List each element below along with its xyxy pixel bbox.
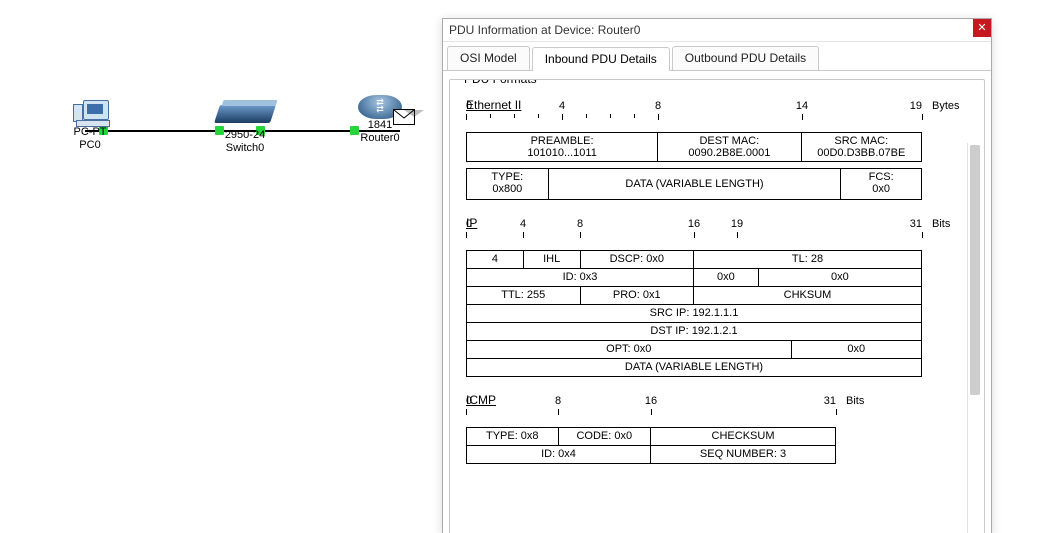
- topology-canvas[interactable]: PC-PT PC0 2950-24 Switch0 ⇄⇄ 1841 Router…: [50, 85, 440, 205]
- switch-icon: [214, 105, 276, 123]
- groupbox-legend: PDU Formats: [460, 79, 541, 86]
- section-ip-title: IP: [466, 216, 974, 230]
- device-pc[interactable]: PC-PT PC0: [60, 100, 120, 152]
- ethernet-ruler: 0 4 8 14 19 Bytes: [466, 114, 922, 132]
- pdu-envelope-icon[interactable]: [393, 109, 415, 125]
- scrollbar-vertical[interactable]: [967, 143, 982, 533]
- device-label: PC0: [60, 139, 120, 152]
- icmp-header: TYPE: 0x8 CODE: 0x0 CHECKSUM ID: 0x4 SEQ…: [466, 427, 836, 464]
- pdu-formats-group: PDU Formats Ethernet II 0 4 8 14 19 Byte…: [449, 79, 985, 533]
- device-label: Switch0: [205, 142, 285, 155]
- tab-outbound-pdu[interactable]: Outbound PDU Details: [672, 46, 819, 70]
- pc-icon: [73, 100, 107, 126]
- device-switch[interactable]: 2950-24 Switch0: [205, 105, 285, 155]
- ip-ruler: 0 4 8 16 19 31 Bits: [466, 232, 922, 250]
- section-icmp-title: ICMP: [466, 393, 974, 407]
- device-label: 2950-24: [205, 129, 285, 142]
- window-title: PDU Information at Device: Router0: [449, 23, 640, 37]
- tab-osi-model[interactable]: OSI Model: [447, 46, 530, 70]
- device-router[interactable]: ⇄⇄ 1841 Router0: [350, 95, 410, 145]
- device-label: PC-PT: [60, 126, 120, 139]
- window-titlebar[interactable]: PDU Information at Device: Router0 ✕: [443, 19, 991, 42]
- pdu-info-window: PDU Information at Device: Router0 ✕ OSI…: [442, 18, 992, 533]
- close-button[interactable]: ✕: [973, 19, 991, 37]
- tab-inbound-pdu[interactable]: Inbound PDU Details: [532, 47, 670, 71]
- ethernet-frame: PREAMBLE: 101010...1011 DEST MAC: 0090.2…: [466, 132, 922, 200]
- device-label: Router0: [350, 132, 410, 145]
- ip-header: 4 IHL DSCP: 0x0 TL: 28 ID: 0x3 0x0 0x0 T…: [466, 250, 922, 377]
- scrollbar-thumb[interactable]: [970, 145, 980, 395]
- icmp-ruler: 0 8 16 31 Bits: [466, 409, 836, 427]
- section-ethernet-title: Ethernet II: [466, 98, 974, 112]
- tab-strip: OSI Model Inbound PDU Details Outbound P…: [443, 42, 991, 71]
